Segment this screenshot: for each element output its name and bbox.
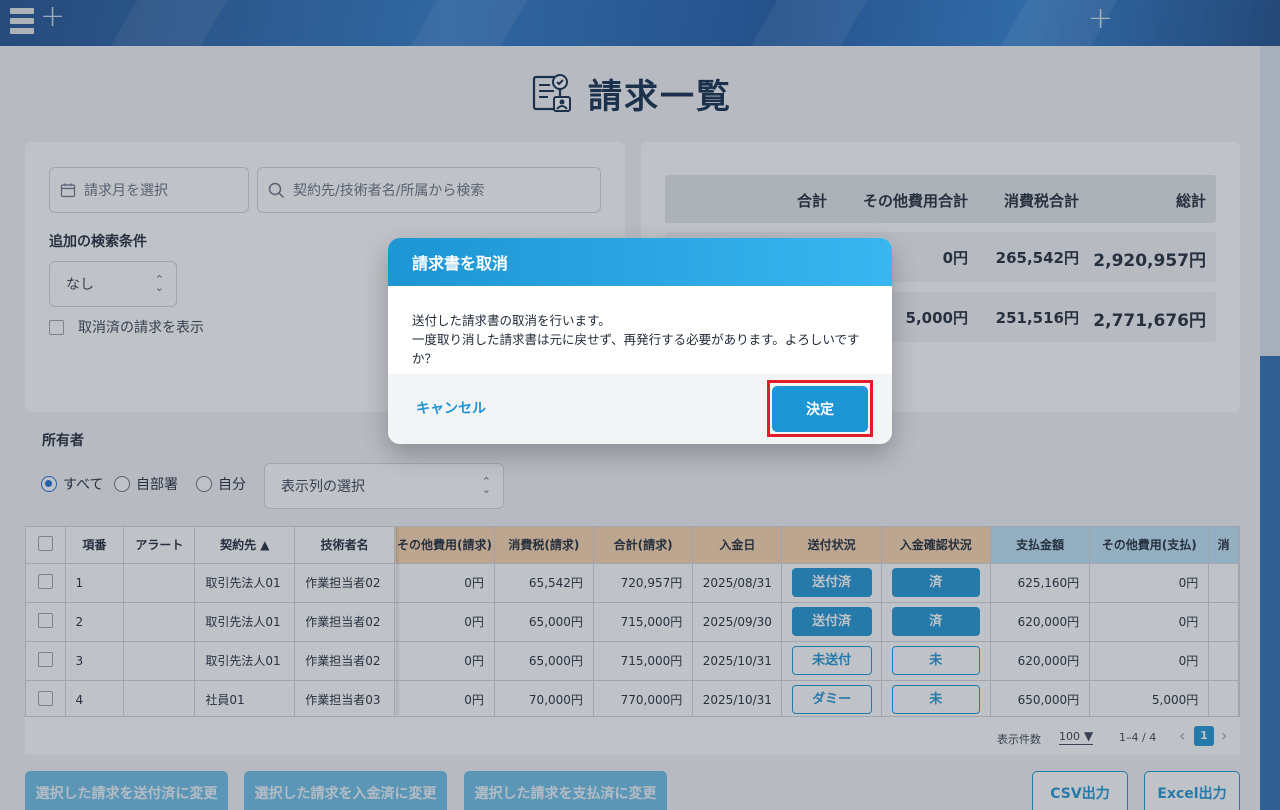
dialog-message-line: 一度取り消した請求書は元に戻せず、再発行する必要があります。よろしいですか？ [412, 332, 860, 366]
dialog-cancel-button[interactable]: キャンセル [416, 398, 486, 418]
dialog-message-line: 送付した請求書の取消を行います。 [412, 313, 611, 328]
dialog-message: 送付した請求書の取消を行います。 一度取り消した請求書は元に戻せず、再発行する必… [388, 286, 892, 374]
confirm-button-highlight [767, 380, 873, 437]
dialog-title: 請求書を取消 [388, 238, 892, 286]
